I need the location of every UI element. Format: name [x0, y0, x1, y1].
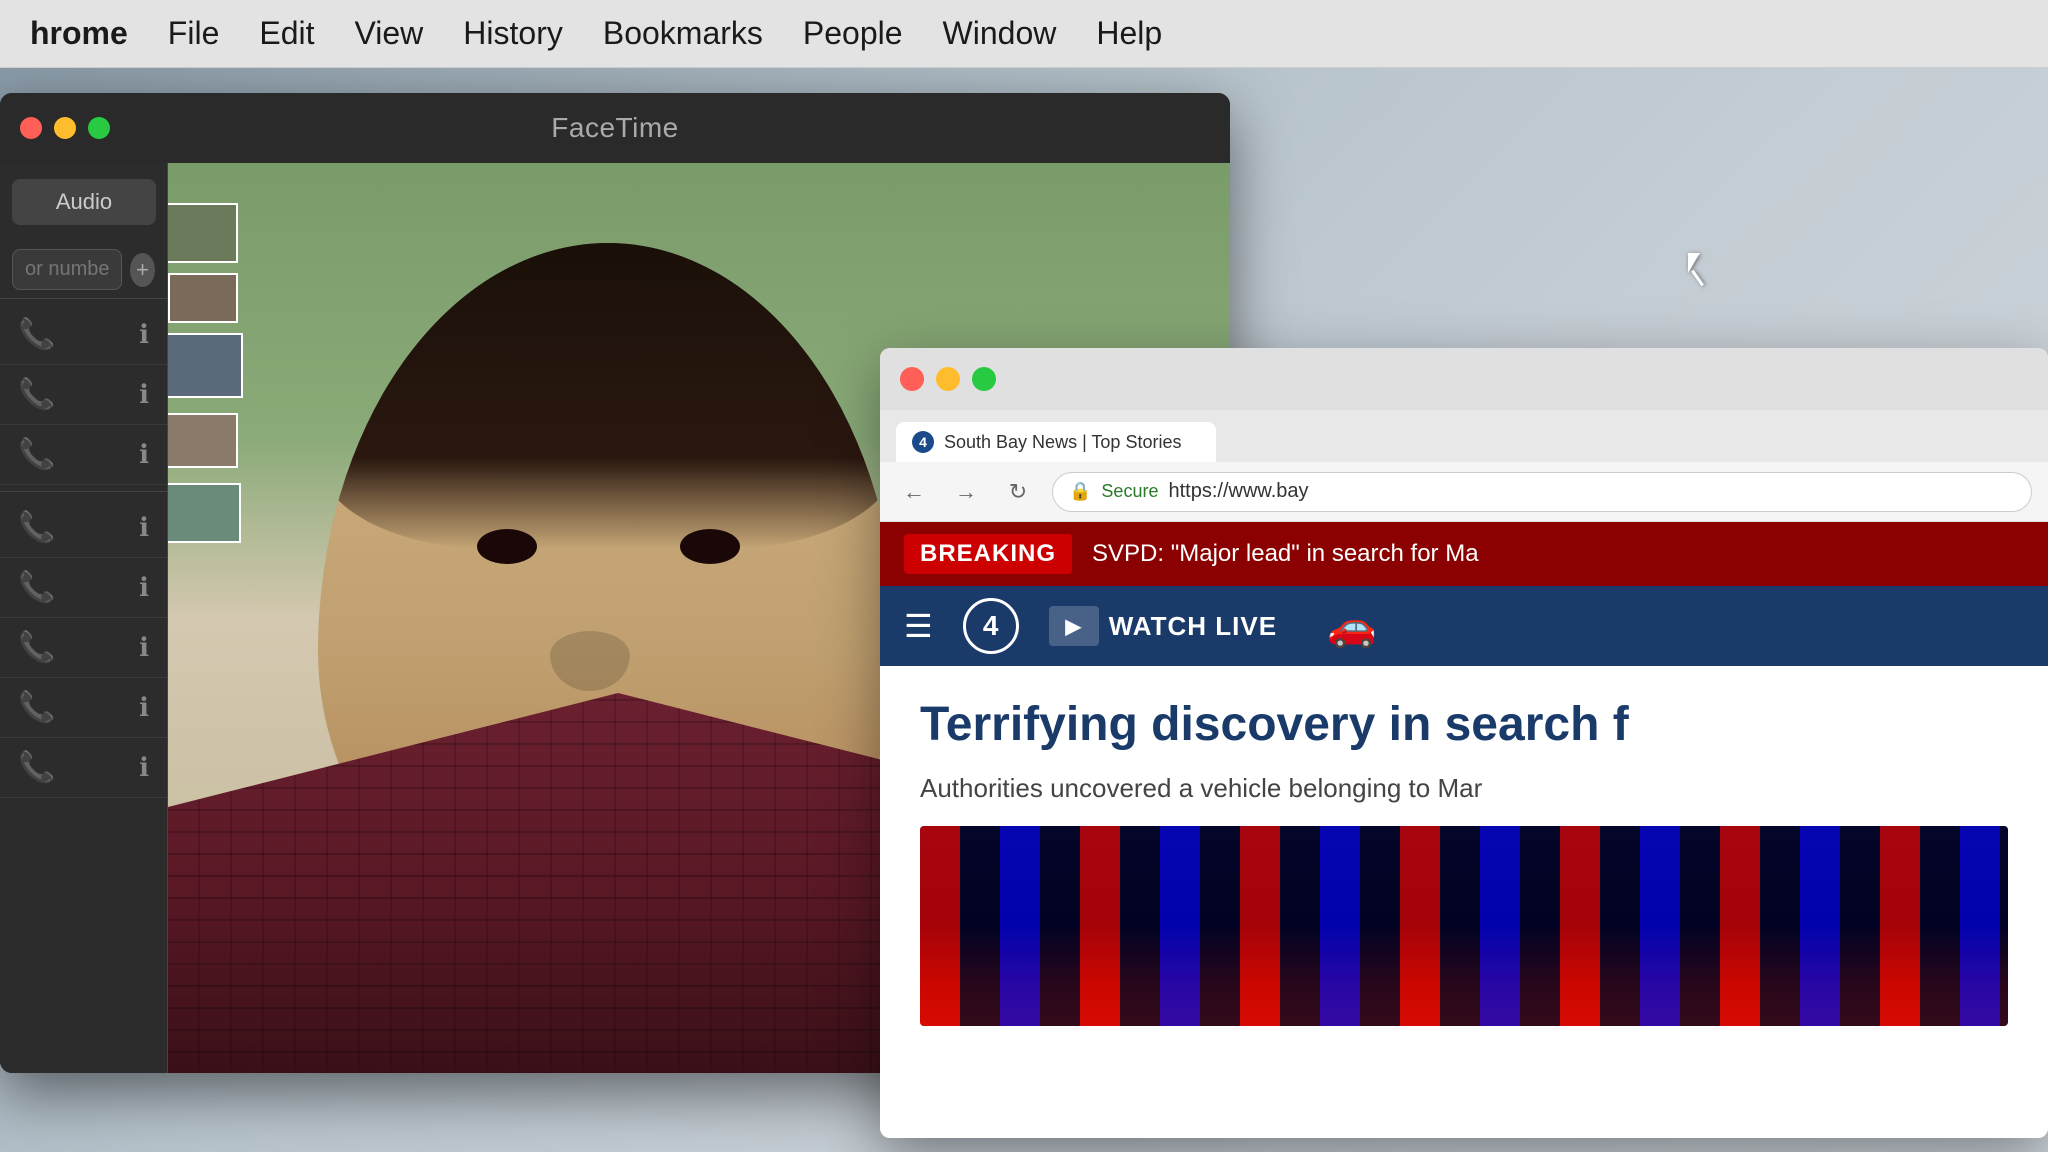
news-navigation: ☰ 4 ▶ WATCH LIVE 🚗 — [880, 586, 2048, 666]
tab-title: South Bay News | Top Stories — [944, 432, 1181, 453]
phone-icon-8: 📞 — [18, 750, 55, 785]
contact-row-4: 📞 ℹ — [0, 498, 167, 558]
phone-icon-7: 📞 — [18, 690, 55, 725]
traffic-icon: 🚗 — [1327, 603, 1377, 650]
emergency-lights-visual — [920, 826, 2008, 1026]
back-button[interactable]: ← — [896, 474, 932, 510]
menubar-bookmarks[interactable]: Bookmarks — [603, 15, 763, 52]
facetime-separator-2 — [0, 491, 167, 492]
contact-row-7: 📞 ℹ — [0, 678, 167, 738]
info-icon-2[interactable]: ℹ — [139, 379, 149, 410]
phone-icon-2: 📞 — [18, 377, 55, 412]
menubar-window[interactable]: Window — [943, 15, 1057, 52]
person-eyes — [405, 529, 811, 631]
news-logo: 4 — [963, 598, 1019, 654]
facetime-maximize-btn[interactable] — [88, 117, 110, 139]
info-icon-3[interactable]: ℹ — [139, 439, 149, 470]
browser-close-btn[interactable] — [900, 367, 924, 391]
url-text: https://www.bay — [1168, 480, 1308, 503]
facetime-sidebar: Audio + 📞 ℹ 📞 ℹ 📞 ℹ 📞 ℹ — [0, 163, 168, 1073]
secure-label: Secure — [1101, 481, 1158, 502]
url-bar[interactable]: 🔒 Secure https://www.bay — [1052, 472, 2032, 512]
news-headline: Terrifying discovery in search f — [920, 696, 2008, 754]
desktop: FaceTime Audio + 📞 ℹ 📞 ℹ 📞 ℹ — [0, 68, 2048, 1152]
menubar: hrome File Edit View History Bookmarks P… — [0, 0, 2048, 68]
phone-icon-1: 📞 — [18, 317, 55, 352]
facetime-title: FaceTime — [551, 112, 678, 144]
phone-icon-6: 📞 — [18, 630, 55, 665]
facetime-separator — [0, 298, 167, 299]
menubar-chrome[interactable]: hrome — [30, 15, 128, 52]
refresh-button[interactable]: ↻ — [1000, 474, 1036, 510]
contact-row-1: 📞 ℹ — [0, 305, 167, 365]
browser-window: 4 South Bay News | Top Stories ← → ↻ 🔒 S… — [880, 348, 2048, 1138]
info-icon-8[interactable]: ℹ — [139, 752, 149, 783]
watch-live-label: WATCH LIVE — [1109, 611, 1277, 642]
contact-row-5: 📞 ℹ — [0, 558, 167, 618]
phone-icon-3: 📞 — [18, 437, 55, 472]
info-icon-4[interactable]: ℹ — [139, 512, 149, 543]
facetime-window-controls — [20, 117, 110, 139]
menubar-history[interactable]: History — [463, 15, 563, 52]
browser-minimize-btn[interactable] — [936, 367, 960, 391]
forward-button[interactable]: → — [948, 474, 984, 510]
menubar-view[interactable]: View — [355, 15, 424, 52]
news-content: Terrifying discovery in search f Authori… — [880, 666, 2048, 1138]
info-icon-7[interactable]: ℹ — [139, 692, 149, 723]
breaking-news-bar: BREAKING SVPD: "Major lead" in search fo… — [880, 522, 2048, 586]
play-icon: ▶ — [1049, 606, 1099, 646]
contact-row-2: 📞 ℹ — [0, 365, 167, 425]
menubar-file[interactable]: File — [168, 15, 220, 52]
menubar-people[interactable]: People — [803, 15, 903, 52]
secure-lock-icon: 🔒 — [1069, 481, 1091, 502]
tab-bar: 4 South Bay News | Top Stories — [880, 410, 2048, 462]
facetime-close-btn[interactable] — [20, 117, 42, 139]
tab-favicon: 4 — [912, 431, 934, 453]
contact-row-6: 📞 ℹ — [0, 618, 167, 678]
phone-icon-4: 📞 — [18, 510, 55, 545]
breaking-text: SVPD: "Major lead" in search for Ma — [1092, 540, 1479, 568]
audio-button[interactable]: Audio — [12, 179, 156, 225]
facetime-titlebar: FaceTime — [0, 93, 1230, 163]
breaking-badge: BREAKING — [904, 534, 1072, 574]
contact-row-8: 📞 ℹ — [0, 738, 167, 798]
browser-nav: ← → ↻ 🔒 Secure https://www.bay — [880, 462, 2048, 522]
browser-titlebar — [880, 348, 2048, 410]
news-subtitle: Authorities uncovered a vehicle belongin… — [920, 770, 2008, 806]
person-hair — [318, 243, 898, 549]
active-tab[interactable]: 4 South Bay News | Top Stories — [896, 422, 1216, 462]
news-image — [920, 826, 2008, 1026]
mouse-cursor — [1688, 253, 1718, 293]
person-left-eye — [477, 529, 537, 564]
person-right-eye — [680, 529, 740, 564]
facetime-search-input[interactable] — [12, 249, 122, 290]
info-icon-5[interactable]: ℹ — [139, 572, 149, 603]
facetime-add-button[interactable]: + — [130, 253, 155, 287]
watch-live-button[interactable]: ▶ WATCH LIVE — [1049, 606, 1277, 646]
person-nose — [550, 631, 630, 691]
menubar-edit[interactable]: Edit — [259, 15, 314, 52]
facetime-minimize-btn[interactable] — [54, 117, 76, 139]
phone-icon-5: 📞 — [18, 570, 55, 605]
info-icon-1[interactable]: ℹ — [139, 319, 149, 350]
facetime-search-row: + — [12, 249, 155, 290]
hamburger-menu-icon[interactable]: ☰ — [904, 607, 933, 645]
contact-row-3: 📞 ℹ — [0, 425, 167, 485]
browser-maximize-btn[interactable] — [972, 367, 996, 391]
info-icon-6[interactable]: ℹ — [139, 632, 149, 663]
menubar-help[interactable]: Help — [1096, 15, 1162, 52]
